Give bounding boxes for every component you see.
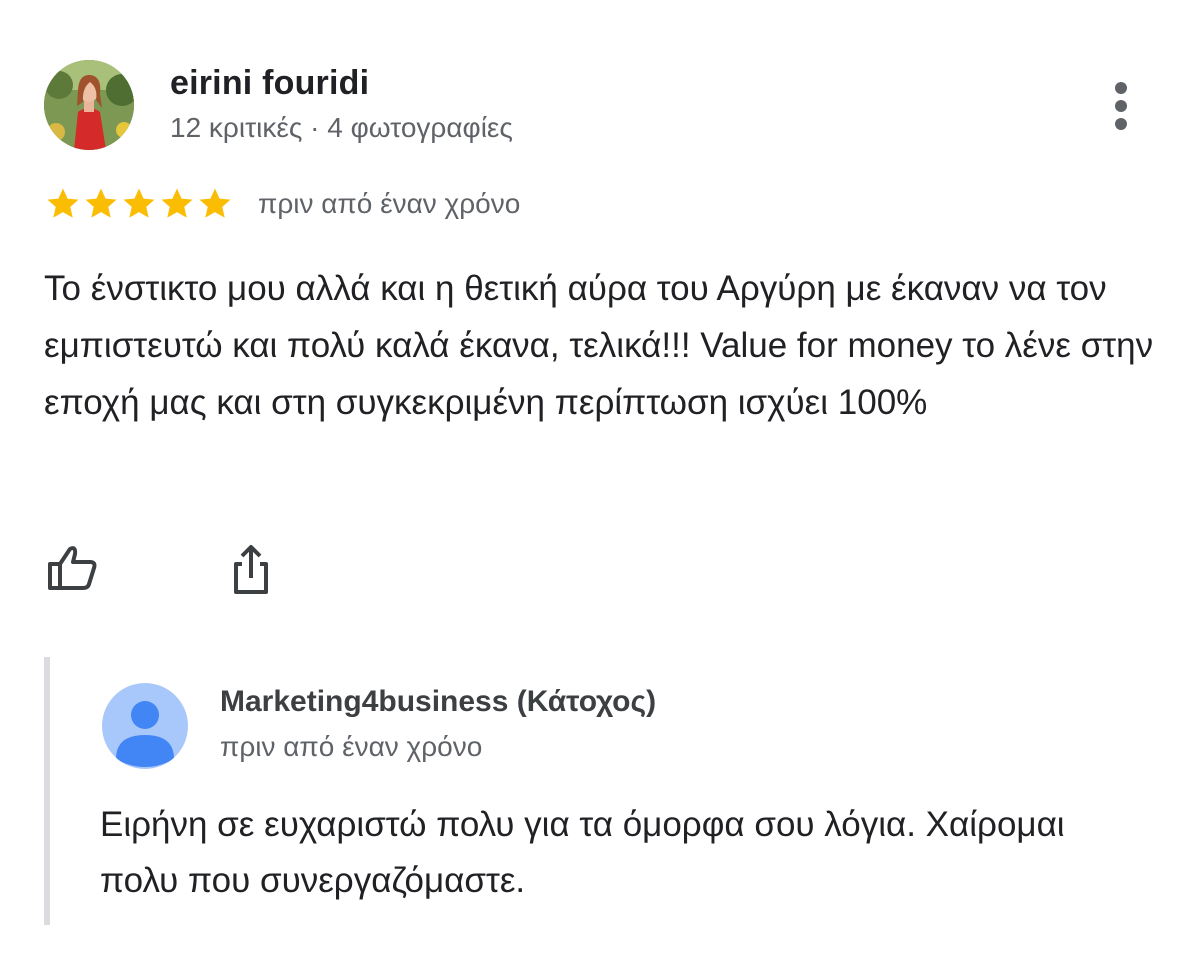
author-name[interactable]: eirini fouridi bbox=[170, 64, 369, 103]
review-card: eirini fouridi 12 κριτικές · 4 φωτογραφί… bbox=[0, 0, 1200, 967]
review-text: Το ένστικτο μου αλλά και η θετική αύρα τ… bbox=[44, 269, 1154, 422]
rating-row: πριν από έναν χρόνο bbox=[44, 184, 520, 224]
owner-name: Marketing4business (Κάτοχος) bbox=[220, 685, 657, 718]
review-date: πριν από έναν χρόνο bbox=[258, 188, 521, 219]
star-icon bbox=[123, 188, 155, 218]
author-stats: 12 κριτικές · 4 φωτογραφίες bbox=[170, 112, 513, 143]
share-icon[interactable] bbox=[222, 540, 280, 598]
star-icon bbox=[85, 188, 117, 218]
owner-reply: Marketing4business (Κάτοχος) πριν από έν… bbox=[44, 657, 1150, 925]
author-avatar[interactable] bbox=[44, 60, 134, 150]
star-icon bbox=[199, 188, 231, 218]
star-icon bbox=[161, 188, 193, 218]
more-vert-icon[interactable] bbox=[1100, 78, 1144, 134]
owner-reply-text: Ειρήνη σε ευχαριστώ πολυ για τα όμορφα σ… bbox=[100, 805, 1065, 900]
owner-avatar bbox=[102, 683, 188, 769]
star-icon bbox=[47, 188, 79, 218]
star-rating bbox=[44, 185, 234, 223]
thumb-up-icon[interactable] bbox=[44, 540, 102, 598]
owner-reply-date: πριν από έναν χρόνο bbox=[220, 731, 483, 762]
